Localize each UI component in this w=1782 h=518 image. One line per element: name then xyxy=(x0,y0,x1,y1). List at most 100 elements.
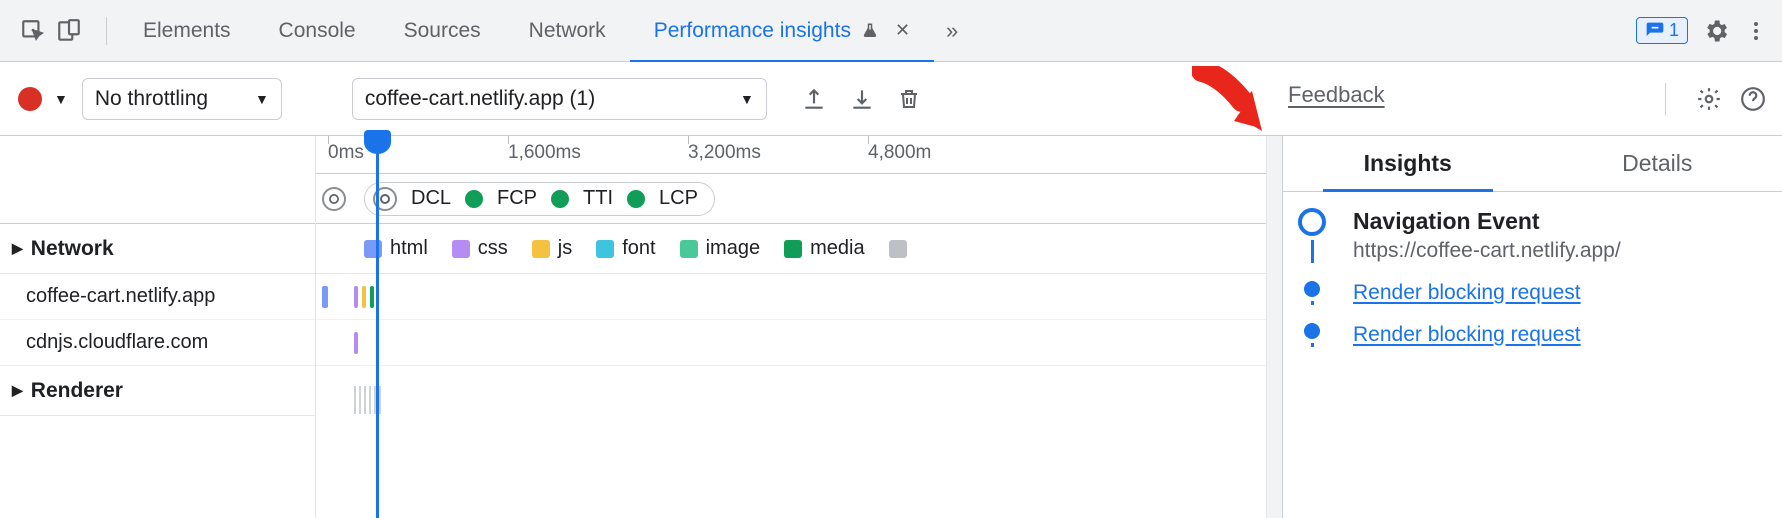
legend-swatch-icon xyxy=(452,240,470,258)
triangle-right-icon: ▶ xyxy=(12,240,23,257)
playhead-line[interactable] xyxy=(376,136,379,518)
tab-label: Sources xyxy=(404,19,481,43)
inspect-icon[interactable] xyxy=(20,18,46,44)
feedback-link[interactable]: Feedback xyxy=(1288,82,1385,108)
net-bar[interactable] xyxy=(354,332,358,354)
export-icon[interactable] xyxy=(801,86,827,112)
divider xyxy=(1665,83,1666,115)
marker-dot-icon xyxy=(465,190,483,208)
net-bar[interactable] xyxy=(354,286,358,308)
network-host-row[interactable]: coffee-cart.netlify.app xyxy=(0,274,315,320)
tab-console[interactable]: Console xyxy=(255,0,380,62)
insight-nav-event[interactable]: Navigation Event https://coffee-cart.net… xyxy=(1295,208,1764,263)
timeline-circle-icon xyxy=(1298,208,1326,236)
timeline-spacer xyxy=(0,136,315,224)
divider xyxy=(106,17,107,45)
tab-performance-insights[interactable]: Performance insights ✕ xyxy=(630,0,934,62)
timeline-line xyxy=(1311,240,1314,263)
timing-markers-pill[interactable]: DCL FCP TTI LCP xyxy=(364,182,715,216)
legend-label: js xyxy=(558,237,572,260)
legend-swatch-icon xyxy=(532,240,550,258)
legend-media: media xyxy=(784,237,864,260)
tab-sources[interactable]: Sources xyxy=(380,0,505,62)
section-network[interactable]: ▶ Network xyxy=(0,224,315,274)
settings-small-gear-icon[interactable] xyxy=(1696,86,1722,112)
chevron-down-icon: ▼ xyxy=(255,91,269,107)
tab-network[interactable]: Network xyxy=(505,0,630,62)
time-tick: 1,600ms xyxy=(508,142,581,164)
insight-content: Render blocking request xyxy=(1353,323,1764,347)
tab-label: Details xyxy=(1622,150,1692,177)
legend-swatch-icon xyxy=(889,240,907,258)
tab-label: Insights xyxy=(1364,150,1452,177)
more-vertical-icon[interactable] xyxy=(1744,19,1768,43)
right-tab-insights[interactable]: Insights xyxy=(1283,136,1533,191)
timeline-line xyxy=(1311,301,1314,305)
insights-toolbar: ▼ No throttling ▼ coffee-cart.netlify.ap… xyxy=(0,62,1782,136)
renderer-activity[interactable] xyxy=(354,386,384,414)
issues-badge[interactable]: 1 xyxy=(1636,17,1688,44)
legend-label: media xyxy=(810,237,864,260)
insight-item[interactable]: Render blocking request xyxy=(1295,323,1764,347)
section-label: Renderer xyxy=(31,379,123,403)
insight-item[interactable]: Render blocking request xyxy=(1295,281,1764,305)
insight-link[interactable]: Render blocking request xyxy=(1353,323,1581,346)
marker-dot-icon xyxy=(627,190,645,208)
legend-font: font xyxy=(596,237,655,260)
timeline-dot-icon xyxy=(1304,323,1320,339)
legend-label: css xyxy=(478,237,508,260)
insight-link[interactable]: Render blocking request xyxy=(1353,281,1581,304)
marker-left-icon[interactable] xyxy=(322,187,346,211)
tab-overflow-button[interactable]: » xyxy=(934,18,970,44)
marker-label: LCP xyxy=(659,187,698,210)
annotation-arrow-icon xyxy=(1192,66,1276,140)
renderer-timeline[interactable] xyxy=(316,366,1266,426)
net-bar[interactable] xyxy=(362,286,366,308)
markers-row: DCL FCP TTI LCP xyxy=(316,174,1266,224)
marker-dot-icon xyxy=(551,190,569,208)
tab-label: Network xyxy=(529,19,606,43)
legend-swatch-icon xyxy=(596,240,614,258)
recording-select[interactable]: coffee-cart.netlify.app (1) ▼ xyxy=(352,78,767,120)
help-icon[interactable] xyxy=(1740,86,1766,112)
toolbar-actions xyxy=(801,86,921,112)
recording-value: coffee-cart.netlify.app (1) xyxy=(365,87,595,111)
toolbar-right xyxy=(1653,83,1766,115)
tab-elements[interactable]: Elements xyxy=(119,0,255,62)
legend-css: css xyxy=(452,237,508,260)
network-timeline-row[interactable] xyxy=(316,320,1266,366)
device-toggle-icon[interactable] xyxy=(56,18,82,44)
delete-icon[interactable] xyxy=(897,86,921,112)
timeline-node xyxy=(1295,323,1329,347)
timeline-dot-icon xyxy=(1304,281,1320,297)
timeline-node xyxy=(1295,281,1329,305)
marker-label: FCP xyxy=(497,187,537,210)
timeline-scrollbar[interactable] xyxy=(1266,136,1282,518)
net-bar[interactable] xyxy=(370,286,374,308)
time-ruler[interactable]: 0ms 1,600ms 3,200ms 4,800m xyxy=(316,136,1266,174)
right-tab-details[interactable]: Details xyxy=(1533,136,1782,191)
playhead-handle[interactable] xyxy=(364,130,391,154)
marker-label: DCL xyxy=(411,187,451,210)
tab-right-tools: 1 xyxy=(1636,17,1774,45)
net-bar[interactable] xyxy=(322,286,328,308)
chevron-down-icon: ▼ xyxy=(740,91,754,107)
time-tick: 3,200ms xyxy=(688,142,761,164)
network-timeline-row[interactable] xyxy=(316,274,1266,320)
throttling-select[interactable]: No throttling ▼ xyxy=(82,78,282,120)
timeline-panel[interactable]: 0ms 1,600ms 3,200ms 4,800m DCL FCP TTI L… xyxy=(316,136,1266,518)
throttling-value: No throttling xyxy=(95,87,208,111)
chevron-down-icon[interactable]: ▼ xyxy=(54,91,68,107)
settings-gear-icon[interactable] xyxy=(1702,17,1730,45)
legend-label: image xyxy=(706,237,760,260)
legend-js: js xyxy=(532,237,572,260)
close-tab-icon[interactable]: ✕ xyxy=(895,20,910,41)
section-renderer[interactable]: ▶ Renderer xyxy=(0,366,315,416)
network-host-row[interactable]: cdnjs.cloudflare.com xyxy=(0,320,315,366)
network-timeline[interactable] xyxy=(316,274,1266,366)
insight-title: Navigation Event xyxy=(1353,208,1764,235)
import-icon[interactable] xyxy=(849,86,875,112)
triangle-right-icon: ▶ xyxy=(12,382,23,399)
issues-count: 1 xyxy=(1669,20,1679,41)
record-control[interactable]: ▼ xyxy=(18,87,68,111)
